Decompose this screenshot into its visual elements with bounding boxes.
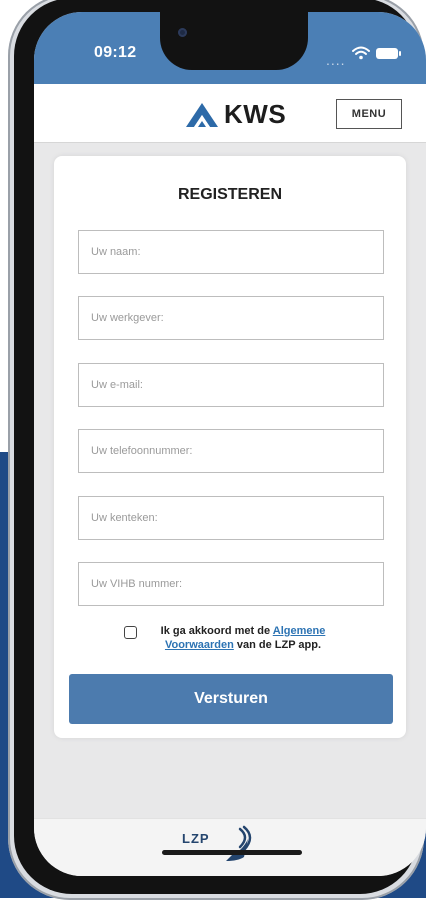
phone-bezel: 09:12 .... KWS MENU REGISTEREN Uw naam: …: [14, 0, 426, 894]
terms-prefix: Ik ga akkoord met de: [160, 625, 271, 637]
kws-logo-icon: [186, 103, 218, 127]
app-screen: 09:12 .... KWS MENU REGISTEREN Uw naam: …: [34, 12, 426, 876]
kws-logo: KWS: [184, 96, 286, 132]
status-time: 09:12: [94, 44, 137, 61]
camera-icon: [178, 28, 187, 37]
submit-button[interactable]: Versturen: [69, 674, 393, 724]
wifi-icon: [352, 46, 370, 60]
lzp-logo-icon: [226, 825, 252, 861]
camera-notch: [160, 12, 308, 70]
page-title: REGISTEREN: [177, 186, 282, 203]
terms-suffix: van de LZP app.: [236, 639, 322, 651]
phone-frame: 09:12 .... KWS MENU REGISTEREN Uw naam: …: [8, 0, 426, 900]
terms-agreement: Ik ga akkoord met de Algemene Voorwaarde…: [124, 624, 364, 652]
lzp-logo: LZP: [182, 825, 262, 865]
app-footer: LZP: [34, 818, 426, 876]
register-card: REGISTEREN Ik ga akkoord met de Algemene…: [54, 156, 406, 738]
license-plate-input[interactable]: [78, 496, 384, 540]
name-input[interactable]: [78, 230, 384, 274]
app-header: KWS MENU: [34, 84, 426, 143]
home-indicator[interactable]: [162, 850, 302, 855]
battery-icon: [376, 48, 401, 59]
signal-icon: ....: [326, 52, 346, 68]
employer-input[interactable]: [78, 296, 384, 340]
terms-checkbox[interactable]: [124, 626, 137, 639]
phone-input[interactable]: [78, 429, 384, 473]
terms-label: Ik ga akkoord met de Algemene Voorwaarde…: [143, 624, 343, 652]
brand-name: KWS: [224, 98, 287, 129]
vihb-number-input[interactable]: [78, 562, 384, 606]
menu-button[interactable]: MENU: [336, 99, 402, 129]
email-input[interactable]: [78, 363, 384, 407]
